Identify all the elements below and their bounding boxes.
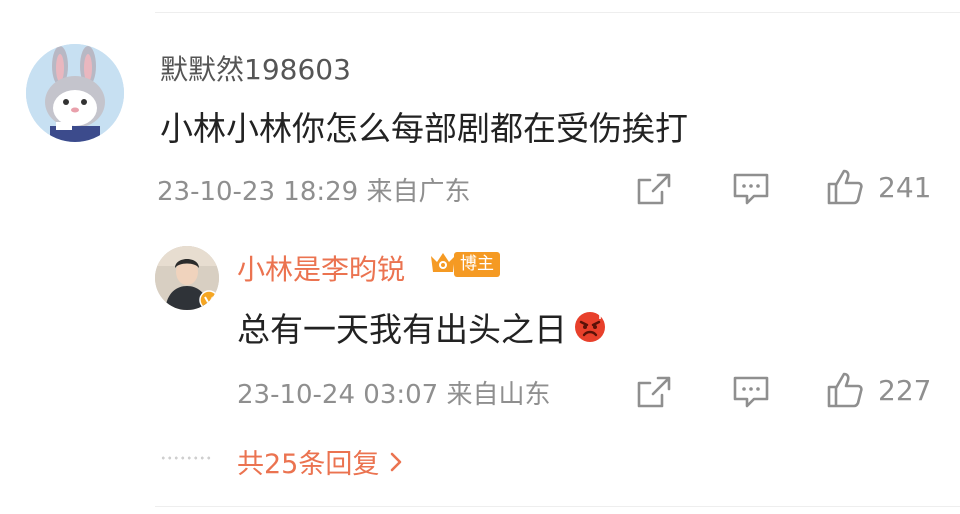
- more-replies-label: 共25条回复: [237, 449, 380, 480]
- more-replies-link[interactable]: 共25条回复: [237, 442, 403, 481]
- blogger-badge: 博主: [428, 250, 500, 278]
- bunny-avatar-icon: [26, 44, 124, 142]
- top-divider: [155, 12, 960, 13]
- thumbs-up-icon: [827, 169, 863, 205]
- comment-text: 小林小林你怎么每部剧都在受伤挨打: [160, 109, 688, 148]
- reply-text-row: 总有一天我有出头之日: [237, 303, 607, 351]
- comment-like-count: 241: [878, 170, 932, 204]
- comment-icon: [733, 376, 769, 408]
- blogger-badge-label: 博主: [454, 251, 500, 277]
- reply-username[interactable]: 小林是李昀锐: [237, 248, 405, 288]
- comment-icon: [733, 173, 769, 205]
- reply-share-button[interactable]: [636, 375, 672, 409]
- angry-face-icon: [575, 311, 605, 342]
- share-icon: [637, 376, 671, 408]
- reply-avatar[interactable]: [155, 246, 219, 310]
- avatar[interactable]: [26, 44, 124, 142]
- comment-username[interactable]: 默默然198603: [160, 48, 351, 88]
- reply-like-count: 227: [878, 373, 932, 407]
- verified-icon: [199, 290, 219, 310]
- reply-like-button[interactable]: 227: [826, 371, 931, 409]
- dotted-separator: [160, 456, 212, 460]
- reply-meta: 23-10-24 03:07 来自山东: [237, 380, 551, 410]
- comment-reply-button[interactable]: [732, 172, 770, 206]
- comment-like-button[interactable]: 241: [826, 168, 931, 206]
- reply-text: 总有一天我有出头之日: [237, 310, 567, 349]
- thumbs-up-icon: [827, 372, 863, 408]
- chevron-right-icon: [391, 452, 402, 471]
- comment-meta: 23-10-23 18:29 来自广东: [157, 177, 471, 207]
- comment-share-button[interactable]: [636, 172, 672, 206]
- bottom-divider: [155, 506, 960, 507]
- share-icon: [637, 173, 671, 205]
- reply-reply-button[interactable]: [732, 375, 770, 409]
